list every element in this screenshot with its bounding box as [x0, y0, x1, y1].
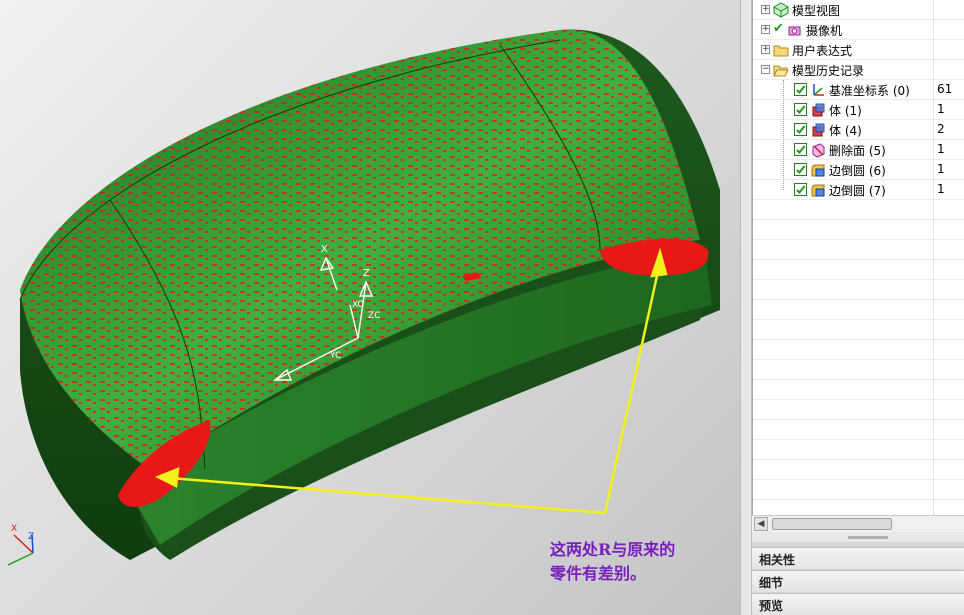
tree-node-number: 1: [937, 102, 945, 116]
preview-panel[interactable]: 预览: [752, 593, 964, 615]
model-view-icon: [773, 2, 789, 18]
tree-node[interactable]: 体 (4) 2: [753, 120, 964, 140]
check-icon: ✔: [773, 21, 784, 36]
empty-row: [753, 380, 964, 400]
empty-row: [753, 240, 964, 260]
tree-node-label: 体 (4): [829, 124, 862, 138]
empty-row: [753, 220, 964, 240]
delete-face-icon: [810, 142, 826, 158]
empty-row: [753, 260, 964, 280]
tree-node-label: 模型视图: [792, 4, 841, 18]
dependencies-panel[interactable]: 相关性: [752, 547, 964, 569]
preview-panel-title: 预览: [759, 599, 784, 613]
part-model-view[interactable]: X Z XC ZC YC X Z: [0, 0, 740, 615]
collapse-icon[interactable]: −: [761, 65, 770, 74]
triad-x-label: X: [11, 524, 17, 534]
tree-node-label: 用户表达式: [792, 44, 853, 58]
expand-icon[interactable]: +: [761, 25, 770, 34]
horizontal-scrollbar[interactable]: ◀: [752, 515, 964, 532]
datum-csys-icon: [810, 82, 826, 98]
csys-zc-label: ZC: [368, 311, 380, 321]
tree-node-label: 摄像机: [806, 24, 843, 38]
empty-row: [753, 340, 964, 360]
visibility-checkbox[interactable]: [794, 83, 807, 96]
empty-row: [753, 420, 964, 440]
part-navigator[interactable]: + 模型视图 + ✔ 摄像机 + 用户表达式 − 模型历史记录基准坐标系 (0) 61 体 (1) 1…: [752, 0, 964, 532]
tree-node-label: 边倒圆 (7): [829, 184, 886, 198]
dependencies-panel-title: 相关性: [759, 553, 796, 567]
camera-icon: [787, 22, 803, 38]
tree-node-label: 体 (1): [829, 104, 862, 118]
triad-z-label: Z: [28, 532, 34, 542]
annotation-line-1: 这两处R与原来的: [550, 540, 676, 559]
visibility-checkbox[interactable]: [794, 163, 807, 176]
tree-node[interactable]: + 模型视图: [753, 0, 964, 20]
tree-node[interactable]: + 用户表达式: [753, 40, 964, 60]
empty-row: [753, 360, 964, 380]
edge-blend-icon: [810, 182, 826, 198]
body-icon: [810, 102, 826, 118]
expand-icon[interactable]: +: [761, 5, 770, 14]
expand-icon[interactable]: +: [761, 45, 770, 54]
tree-node[interactable]: 基准坐标系 (0) 61: [753, 80, 964, 100]
empty-row: [753, 400, 964, 420]
visibility-checkbox[interactable]: [794, 123, 807, 136]
empty-row: [753, 480, 964, 500]
empty-row: [753, 320, 964, 340]
pane-divider[interactable]: [740, 0, 752, 615]
tree-node[interactable]: + ✔ 摄像机: [753, 20, 964, 40]
tree-node[interactable]: 删除面 (5) 1: [753, 140, 964, 160]
tree-node-number: 1: [937, 142, 945, 156]
visibility-checkbox[interactable]: [794, 103, 807, 116]
tree-node-label: 边倒圆 (6): [829, 164, 886, 178]
empty-row: [753, 200, 964, 220]
details-panel-title: 细节: [759, 576, 784, 590]
edge-blend-icon: [810, 162, 826, 178]
tree-node-number: 61: [937, 82, 953, 96]
tree-node[interactable]: 边倒圆 (6) 1: [753, 160, 964, 180]
empty-row: [753, 300, 964, 320]
tree-connector: [783, 80, 784, 190]
visibility-checkbox[interactable]: [794, 143, 807, 156]
empty-row: [753, 460, 964, 480]
tree-node[interactable]: 体 (1) 1: [753, 100, 964, 120]
csys-z-label: Z: [363, 268, 370, 279]
tree-node-number: 2: [937, 122, 945, 136]
scroll-thumb[interactable]: [772, 518, 892, 530]
empty-row: [753, 280, 964, 300]
details-panel[interactable]: 细节: [752, 570, 964, 592]
csys-yc-label: YC: [329, 351, 341, 361]
visibility-checkbox[interactable]: [794, 183, 807, 196]
tree-node-label: 删除面 (5): [829, 144, 886, 158]
tree-node-number: 1: [937, 182, 945, 196]
folder-icon: [773, 42, 789, 58]
tree-node-label: 基准坐标系 (0): [829, 84, 910, 98]
graphics-viewport[interactable]: X Z XC ZC YC X Z 这两处R与原来的 零件有差别。: [0, 0, 740, 615]
tree-node-label: 模型历史记录: [792, 64, 865, 78]
scroll-left-icon[interactable]: ◀: [754, 517, 768, 531]
tree-node-number: 1: [937, 162, 945, 176]
tree-node[interactable]: − 模型历史记录: [753, 60, 964, 80]
tree-node[interactable]: 边倒圆 (7) 1: [753, 180, 964, 200]
annotation-line-2: 零件有差别。: [550, 564, 647, 583]
csys-x-label: X: [321, 244, 328, 255]
empty-row: [753, 440, 964, 460]
folder-open-icon: [773, 62, 789, 78]
body-icon: [810, 122, 826, 138]
panel-resize-grip[interactable]: [752, 532, 964, 542]
csys-xc-label: XC: [352, 300, 364, 310]
